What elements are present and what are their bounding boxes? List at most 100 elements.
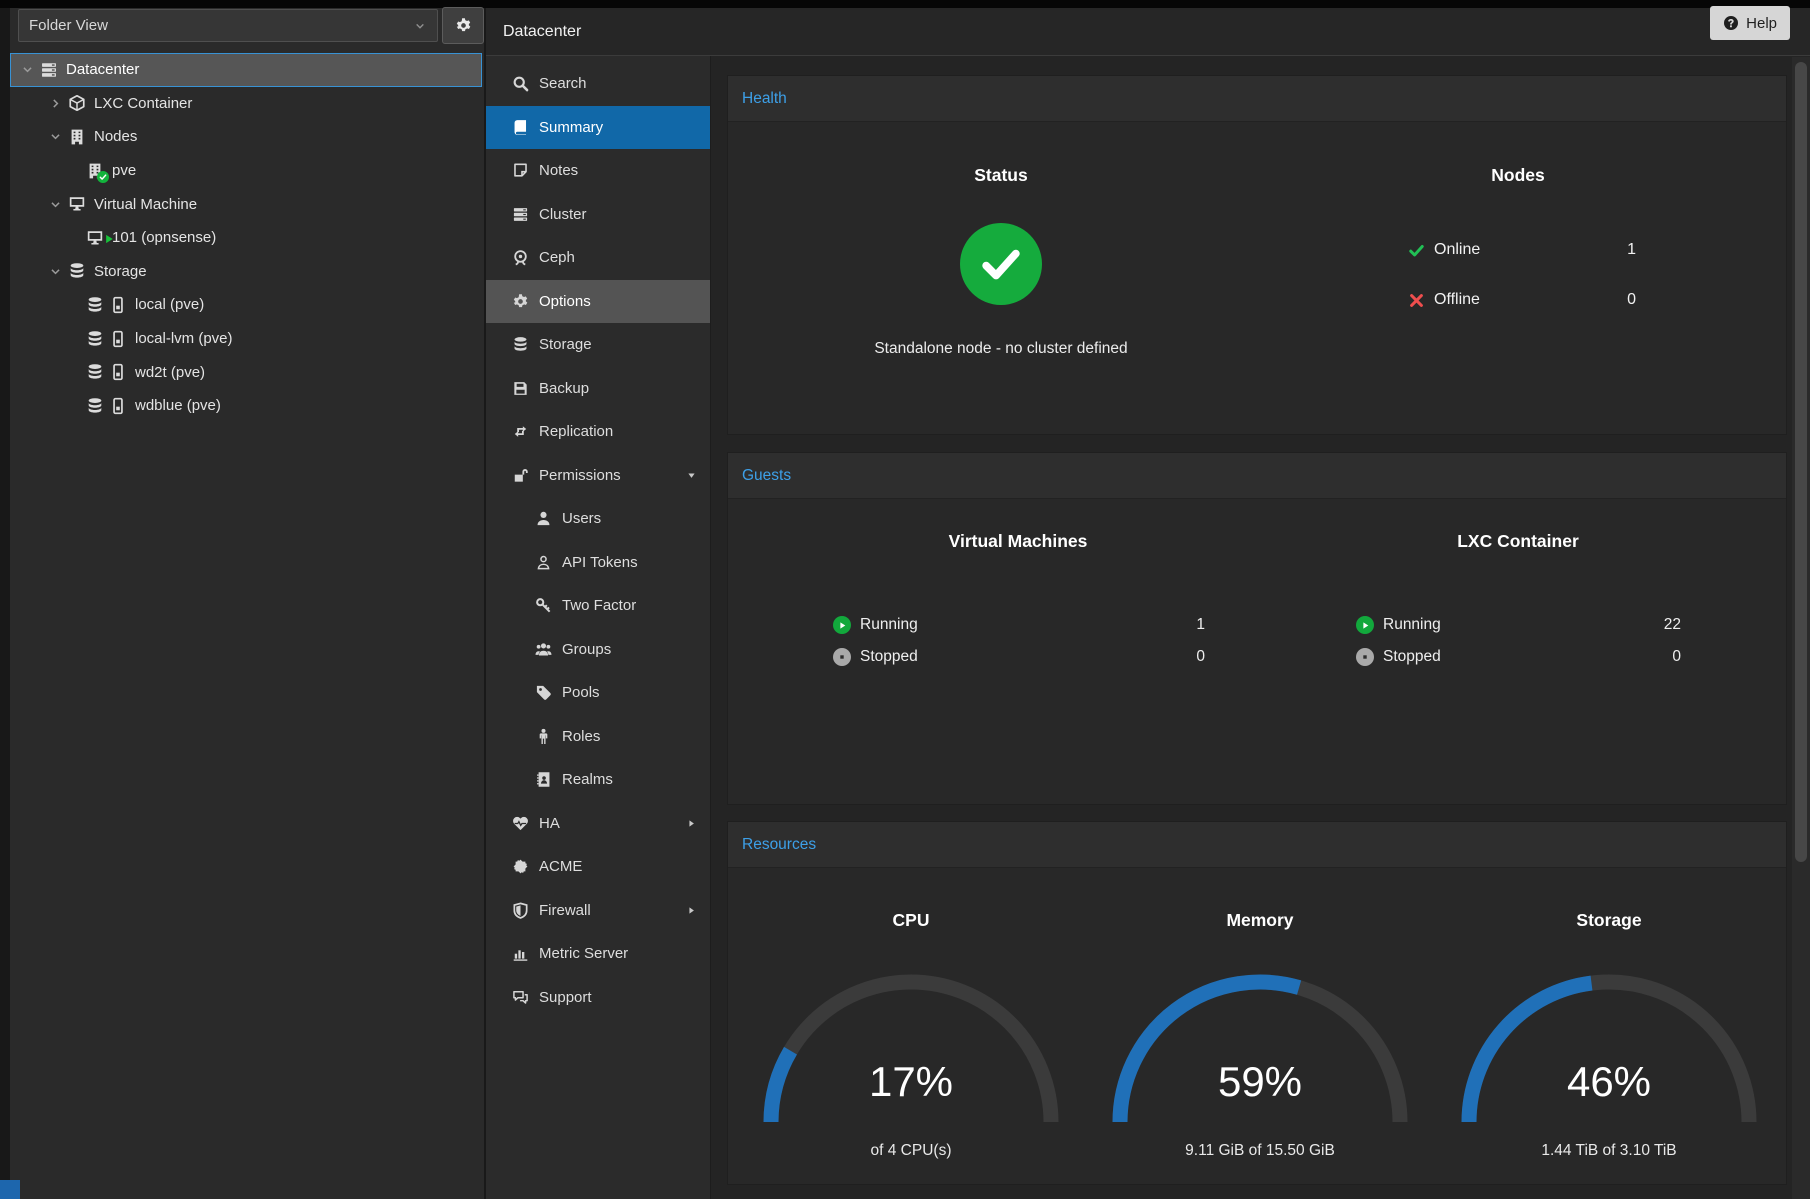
times-icon	[1408, 292, 1425, 309]
tree-item-label: Datacenter	[66, 61, 139, 78]
ceph-icon	[512, 249, 529, 266]
menu-item-cluster[interactable]: Cluster	[486, 193, 710, 237]
lxc-heading: LXC Container	[1378, 531, 1658, 552]
menu-item-replication[interactable]: Replication	[486, 410, 710, 454]
tree-item-wdblue-pve[interactable]: wdblue (pve)	[10, 389, 482, 423]
tree-item-101-opnsense[interactable]: 101 (opnsense)	[10, 221, 482, 255]
gauge-arc-storage	[1459, 974, 1759, 1130]
stop-circle-icon	[833, 648, 851, 666]
vm-heading: Virtual Machines	[878, 531, 1158, 552]
guest-row-stopped[interactable]: Stopped0	[1356, 641, 1681, 673]
menu-item-label: Roles	[562, 728, 600, 745]
guest-state-label: Running	[860, 616, 1196, 634]
menu-item-acme[interactable]: ACME	[486, 845, 710, 889]
status-ok-icon	[960, 223, 1042, 305]
menu-item-backup[interactable]: Backup	[486, 367, 710, 411]
tree-item-storage[interactable]: Storage	[10, 255, 482, 289]
caret-down-icon[interactable]	[48, 197, 68, 212]
check-icon	[1408, 242, 1425, 259]
gauge-percent-memory: 59%	[1150, 1058, 1370, 1106]
guest-row-running[interactable]: Running22	[1356, 609, 1681, 641]
menu-item-summary[interactable]: Summary	[486, 106, 710, 150]
tree-item-local-pve[interactable]: local (pve)	[10, 288, 482, 322]
expand-down-icon[interactable]	[686, 470, 697, 481]
menu-item-options[interactable]: Options	[486, 280, 710, 324]
building-icon	[68, 128, 86, 146]
menu-item-two-factor[interactable]: Two Factor	[486, 584, 710, 628]
menu-item-label: Search	[539, 75, 587, 92]
guest-count: 22	[1664, 616, 1681, 634]
menu-item-support[interactable]: Support	[486, 976, 710, 1020]
floppy-icon	[512, 380, 529, 397]
menu-item-metric-server[interactable]: Metric Server	[486, 932, 710, 976]
tree-settings-button[interactable]	[442, 7, 484, 44]
menu-item-api-tokens[interactable]: API Tokens	[486, 541, 710, 585]
gauge-title-cpu: CPU	[791, 910, 1031, 931]
menu-item-label: Summary	[539, 119, 603, 136]
menu-item-groups[interactable]: Groups	[486, 628, 710, 672]
guest-count: 1	[1196, 616, 1205, 634]
user-o-icon	[535, 554, 552, 571]
database-icon	[86, 330, 104, 348]
menu-item-realms[interactable]: Realms	[486, 758, 710, 802]
tree-item-label: local (pve)	[135, 296, 204, 313]
status-ok-badge-icon	[97, 171, 109, 183]
menu-item-notes[interactable]: Notes	[486, 149, 710, 193]
health-panel-title: Health	[728, 76, 1786, 122]
menu-item-label: ACME	[539, 858, 582, 875]
menu-item-permissions[interactable]: Permissions	[486, 454, 710, 498]
cube-icon	[68, 94, 86, 112]
tree-item-virtual-machine[interactable]: Virtual Machine	[10, 187, 482, 221]
health-panel: Health Status Nodes Standalone node - no…	[727, 75, 1787, 435]
tree-item-lxc-container[interactable]: LXC Container	[10, 87, 482, 121]
menu-item-label: Users	[562, 510, 601, 527]
help-button[interactable]: Help	[1710, 6, 1790, 40]
menu-item-ha[interactable]: HA	[486, 802, 710, 846]
menu-item-label: Permissions	[539, 467, 621, 484]
menu-item-storage[interactable]: Storage	[486, 323, 710, 367]
database-icon	[512, 336, 529, 353]
menu-item-ceph[interactable]: Ceph	[486, 236, 710, 280]
menu-item-users[interactable]: Users	[486, 497, 710, 541]
node-status-value: 0	[1627, 291, 1636, 309]
tree-item-datacenter[interactable]: Datacenter	[10, 53, 482, 87]
book-icon	[512, 119, 529, 136]
guest-row-running[interactable]: Running1	[833, 609, 1205, 641]
bottom-left-indicator	[0, 1180, 20, 1199]
node-status-value: 1	[1627, 241, 1636, 259]
caret-down-icon[interactable]	[48, 264, 68, 279]
content-scrollbar-thumb[interactable]	[1795, 62, 1807, 862]
tree-item-label: Virtual Machine	[94, 196, 197, 213]
caret-right-icon[interactable]	[48, 96, 68, 111]
menu-item-pools[interactable]: Pools	[486, 671, 710, 715]
gauge-title-storage: Storage	[1489, 910, 1729, 931]
vm-status-list: Running1Stopped0	[833, 609, 1205, 673]
window-top-strip	[0, 0, 1810, 8]
menu-item-roles[interactable]: Roles	[486, 715, 710, 759]
caret-down-icon[interactable]	[48, 129, 68, 144]
tree-item-label: 101 (opnsense)	[112, 229, 216, 246]
chart-icon	[512, 945, 529, 962]
tree-item-pve[interactable]: pve	[10, 154, 482, 188]
view-selector[interactable]: Folder View	[18, 9, 438, 42]
tree-item-wd2t-pve[interactable]: wd2t (pve)	[10, 355, 482, 389]
address-book-icon	[535, 771, 552, 788]
shield-icon	[512, 902, 529, 919]
database-icon	[86, 296, 104, 314]
menu-item-firewall[interactable]: Firewall	[486, 889, 710, 933]
gauge-subtitle-storage: 1.44 TiB of 3.10 TiB	[1459, 1142, 1759, 1160]
tree-item-label: LXC Container	[94, 95, 192, 112]
expand-right-icon[interactable]	[686, 818, 697, 829]
status-message: Standalone node - no cluster defined	[781, 340, 1221, 358]
tree-item-nodes[interactable]: Nodes	[10, 120, 482, 154]
play-circle-icon	[833, 616, 851, 634]
expand-right-icon[interactable]	[686, 905, 697, 916]
guest-row-stopped[interactable]: Stopped0	[833, 641, 1205, 673]
menu-item-search[interactable]: Search	[486, 62, 710, 106]
tree-item-local-lvm-pve[interactable]: local-lvm (pve)	[10, 322, 482, 356]
menu-item-label: Replication	[539, 423, 613, 440]
guest-count: 0	[1196, 648, 1205, 666]
lxc-status-list: Running22Stopped0	[1356, 609, 1681, 673]
menu-item-label: Notes	[539, 162, 578, 179]
caret-down-icon[interactable]	[20, 62, 40, 77]
